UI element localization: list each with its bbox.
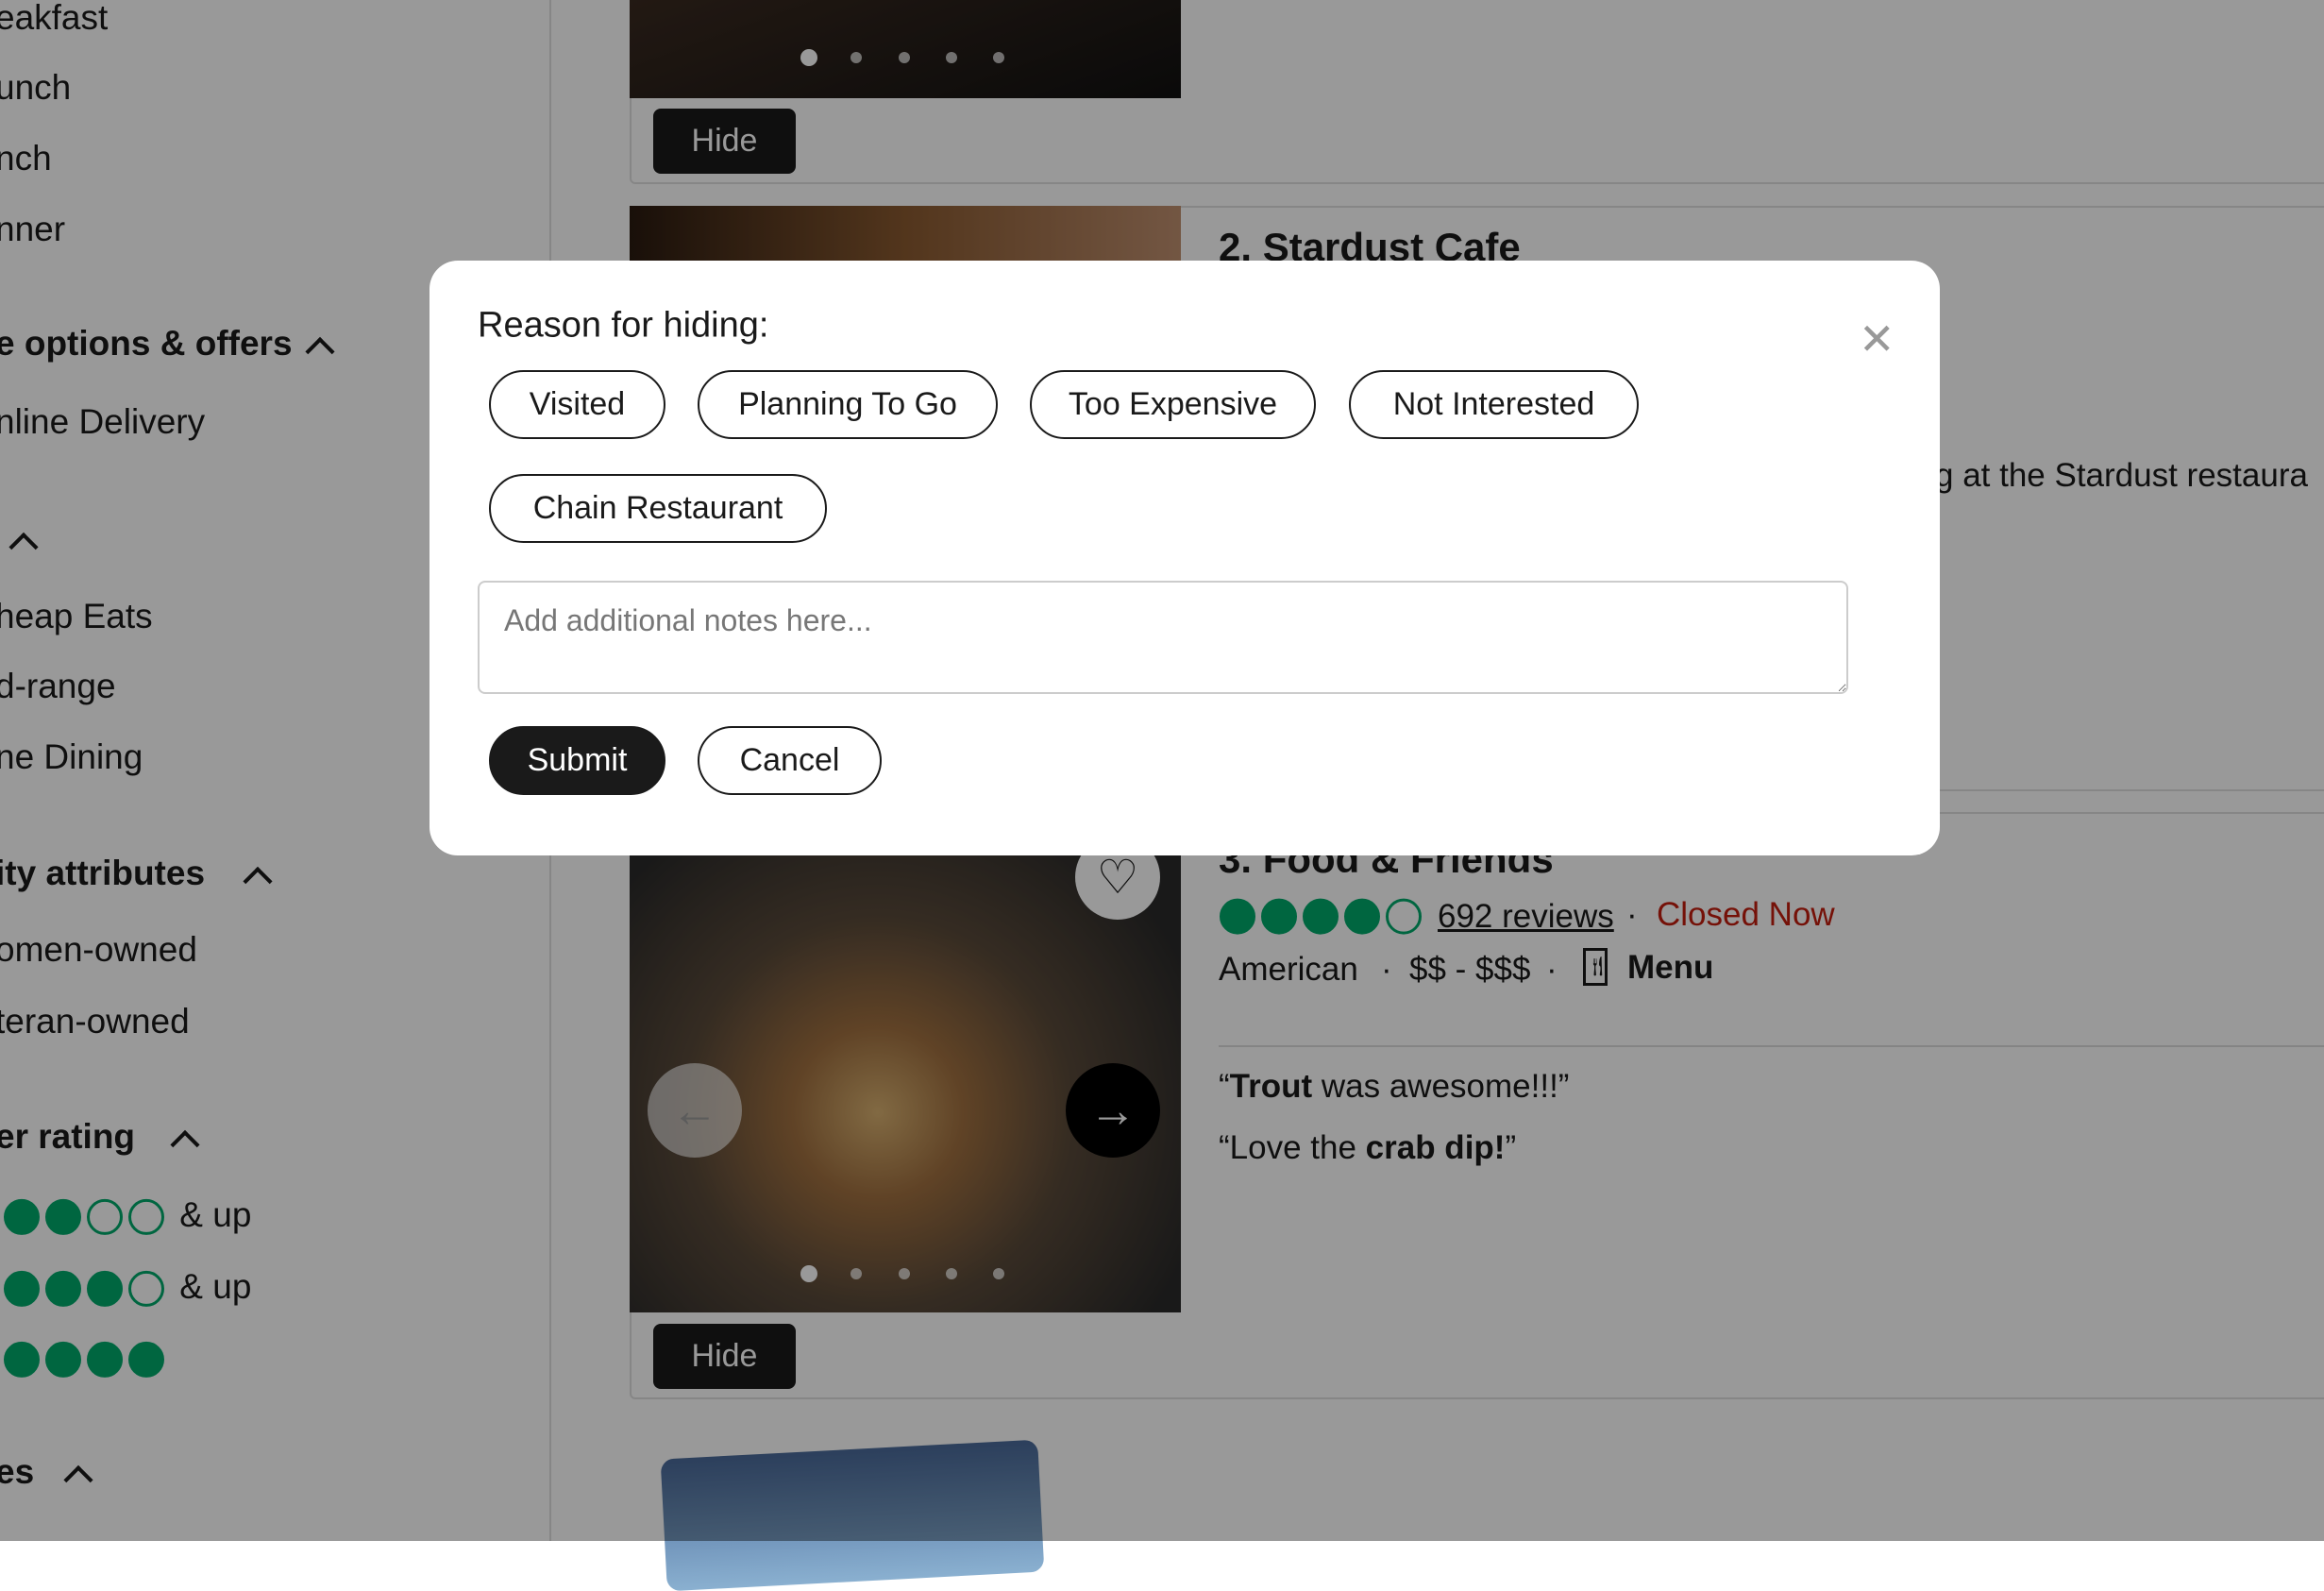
reason-too-expensive[interactable]: Too Expensive: [1030, 370, 1316, 439]
reason-chain-restaurant[interactable]: Chain Restaurant: [489, 474, 827, 543]
reason-planning-to-go[interactable]: Planning To Go: [698, 370, 998, 439]
hide-reason-dialog: Reason for hiding: ✕ Visited Planning To…: [429, 261, 1940, 855]
cancel-button[interactable]: Cancel: [698, 726, 882, 795]
reason-visited[interactable]: Visited: [489, 370, 665, 439]
submit-button[interactable]: Submit: [489, 726, 665, 795]
dialog-title: Reason for hiding:: [478, 305, 769, 346]
reason-not-interested[interactable]: Not Interested: [1349, 370, 1639, 439]
notes-textarea[interactable]: [478, 581, 1848, 694]
close-icon[interactable]: ✕: [1859, 317, 1895, 361]
